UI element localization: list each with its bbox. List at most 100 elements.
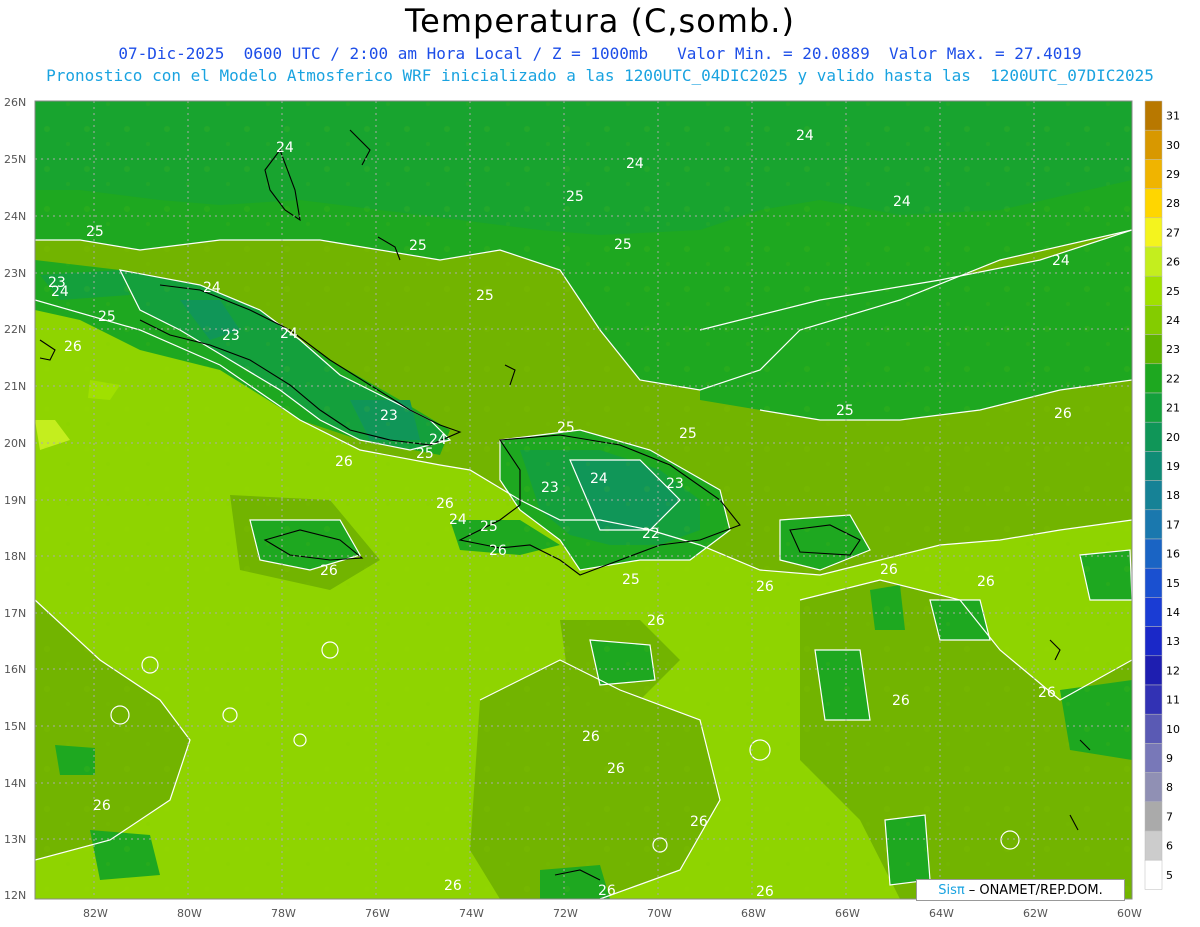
contour-label: 26 (436, 496, 454, 512)
colorbar-label: 10 (1166, 723, 1180, 736)
colorbar-swatch (1144, 188, 1163, 219)
contour-label: 26 (320, 563, 338, 579)
contour-label: 25 (480, 519, 498, 535)
contour-label: 26 (1054, 406, 1072, 422)
colorbar-swatch (1144, 597, 1163, 627)
colorbar-label: 18 (1166, 489, 1180, 502)
colorbar-swatch (1144, 830, 1163, 861)
colorbar-label: 25 (1166, 285, 1180, 298)
contour-label: 24 (280, 326, 298, 342)
contour-label: 25 (679, 426, 697, 442)
contour-label: 26 (690, 814, 708, 830)
contour-label: 24 (796, 128, 814, 144)
lat-label: 26N (4, 96, 26, 109)
contour-label: 26 (598, 883, 616, 899)
colorbar-swatch (1144, 684, 1163, 715)
colorbar-swatch (1144, 363, 1163, 394)
colorbar-swatch (1144, 655, 1163, 686)
colorbar-label: 6 (1166, 840, 1173, 853)
contour-label: 26 (1038, 685, 1056, 701)
lat-label: 15N (4, 720, 26, 733)
colorbar-label: 26 (1166, 256, 1180, 269)
colorbar-swatch (1144, 305, 1163, 335)
contour-label: 22 (642, 526, 660, 542)
contour-label: 23 (380, 408, 398, 424)
contour-label: 25 (409, 238, 427, 254)
lat-label: 19N (4, 494, 26, 507)
contour-label: 26 (607, 761, 625, 777)
contour-label: 25 (557, 420, 575, 436)
contour-label: 23 (666, 476, 684, 492)
colorbar-label: 17 (1166, 518, 1180, 531)
colorbar-swatch (1144, 451, 1163, 481)
contour-label: 24 (276, 140, 294, 156)
colorbar-label: 19 (1166, 460, 1180, 473)
colorbar-swatch (1144, 246, 1163, 277)
colorbar-label: 11 (1166, 694, 1180, 707)
contour-label: 26 (93, 798, 111, 814)
lon-label: 76W (365, 907, 390, 920)
colorbar-label: 21 (1166, 402, 1180, 415)
colorbar-swatch (1144, 421, 1163, 452)
lat-label: 18N (4, 550, 26, 563)
lat-label: 12N (4, 889, 26, 902)
colorbar-label: 8 (1166, 781, 1173, 794)
lon-label: 74W (459, 907, 484, 920)
contour-label: 26 (756, 884, 774, 900)
lon-label: 70W (647, 907, 672, 920)
contour-label: 24 (893, 194, 911, 210)
colorbar-swatch (1144, 567, 1163, 598)
colorbar-swatch (1144, 626, 1163, 657)
lat-label: 17N (4, 607, 26, 620)
colorbar-swatch (1144, 509, 1163, 540)
colorbar-label: 5 (1166, 869, 1173, 882)
credit-box: Sisπ – ONAMET/REP.DOM. (916, 879, 1125, 901)
contour-label: 23 (222, 328, 240, 344)
lon-label: 62W (1023, 907, 1048, 920)
contour-label: 26 (444, 878, 462, 894)
colorbar-label: 31 (1166, 110, 1180, 123)
contour-label: 25 (476, 288, 494, 304)
colorbar-label: 30 (1166, 139, 1180, 152)
colorbar-swatch (1144, 772, 1163, 803)
lon-label: 82W (83, 907, 108, 920)
lat-label: 25N (4, 153, 26, 166)
contour-label: 25 (86, 224, 104, 240)
contour-label: 23 (541, 480, 559, 496)
lat-label: 24N (4, 210, 26, 223)
contour-label: 26 (880, 562, 898, 578)
contour-label: 26 (892, 693, 910, 709)
colorbar-label: 12 (1166, 664, 1180, 677)
lon-label: 68W (741, 907, 766, 920)
contour-label: 25 (836, 403, 854, 419)
contour-label: 26 (64, 339, 82, 355)
contour-label: 26 (582, 729, 600, 745)
lat-label: 20N (4, 437, 26, 450)
colorbar-swatch (1144, 217, 1163, 248)
lon-label: 78W (271, 907, 296, 920)
lat-label: 16N (4, 663, 26, 676)
colorbar-swatch (1144, 480, 1163, 511)
contour-label: 24 (51, 284, 69, 300)
colorbar-label: 22 (1166, 372, 1180, 385)
contour-label: 25 (416, 446, 434, 462)
colorbar-swatch (1144, 100, 1163, 131)
colorbar-swatch (1144, 334, 1163, 365)
colorbar-label: 13 (1166, 635, 1180, 648)
colorbar-swatch (1144, 713, 1163, 744)
contour-label: 26 (335, 454, 353, 470)
colorbar-label: 14 (1166, 606, 1180, 619)
lat-label: 23N (4, 267, 26, 280)
contour-label: 24 (449, 512, 467, 528)
colorbar-label: 23 (1166, 343, 1180, 356)
lat-label: 14N (4, 777, 26, 790)
colorbar-label: 29 (1166, 168, 1180, 181)
lon-label: 66W (835, 907, 860, 920)
temperature-map: 26N 25N 24N 23N 22N 21N 20N 19N 18N 17N … (4, 96, 1180, 920)
colorbar-label: 9 (1166, 752, 1173, 765)
lat-label: 13N (4, 833, 26, 846)
colorbar-swatch (1144, 392, 1163, 423)
lat-label: 21N (4, 380, 26, 393)
lon-label: 64W (929, 907, 954, 920)
colorbar-label: 24 (1166, 314, 1180, 327)
